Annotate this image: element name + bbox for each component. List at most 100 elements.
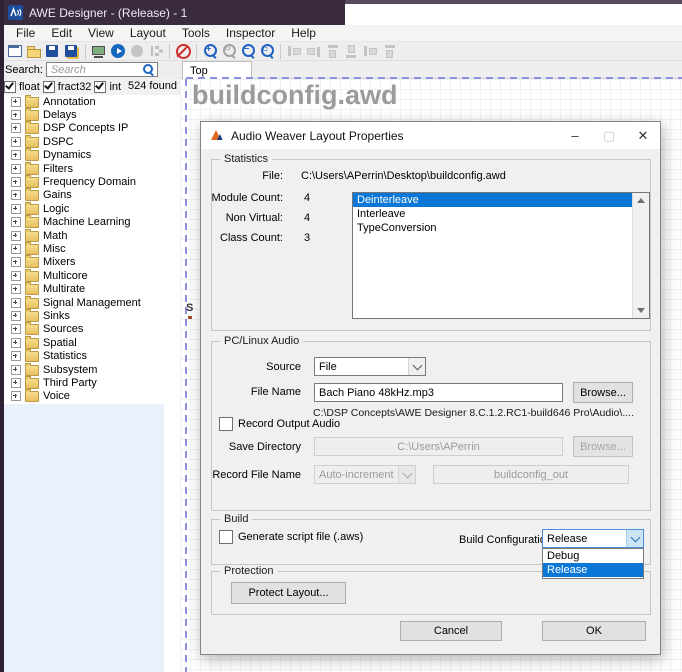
sidebar-item[interactable]: Filters xyxy=(4,162,180,175)
expand-icon[interactable] xyxy=(11,231,21,241)
dropdown-option[interactable]: Debug xyxy=(543,549,643,563)
sidebar-item[interactable]: Frequency Domain xyxy=(4,175,180,188)
sidebar-item[interactable]: Multirate xyxy=(4,282,180,295)
zoom-out-icon[interactable]: − xyxy=(240,43,257,60)
align-left-icon[interactable] xyxy=(286,43,303,60)
menu-item[interactable]: Inspector xyxy=(218,26,283,40)
record-icon[interactable] xyxy=(129,43,146,60)
expand-icon[interactable] xyxy=(11,271,21,281)
scroll-up-icon[interactable] xyxy=(637,198,645,203)
expand-icon[interactable] xyxy=(11,298,21,308)
sidebar-item[interactable]: Third Party xyxy=(4,376,180,389)
sidebar-item[interactable]: Delays xyxy=(4,108,180,121)
source-combo[interactable]: File xyxy=(314,357,426,376)
list-item[interactable]: Deinterleave xyxy=(353,193,633,207)
sidebar-item[interactable]: Logic xyxy=(4,202,180,215)
expand-icon[interactable] xyxy=(11,177,21,187)
no-halt-icon[interactable] xyxy=(175,43,192,60)
sidebar-item[interactable]: DSPC xyxy=(4,135,180,148)
minimize-icon[interactable]: – xyxy=(558,122,592,149)
sidebar-item[interactable]: Signal Management xyxy=(4,296,180,309)
play-icon[interactable] xyxy=(110,43,127,60)
sidebar-item[interactable]: Subsystem xyxy=(4,363,180,376)
sidebar-item[interactable]: Voice xyxy=(4,390,180,403)
distribute-horizontal-icon[interactable] xyxy=(362,43,379,60)
sidebar-item[interactable]: Spatial xyxy=(4,336,180,349)
expand-icon[interactable] xyxy=(11,97,21,107)
expand-icon[interactable] xyxy=(11,244,21,254)
scroll-down-icon[interactable] xyxy=(637,308,645,313)
profile-icon[interactable] xyxy=(148,43,165,60)
type-filter-checkbox[interactable]: int xyxy=(94,81,121,93)
list-item[interactable]: TypeConversion xyxy=(353,221,633,235)
sidebar-item[interactable]: Gains xyxy=(4,189,180,202)
chevron-down-icon[interactable] xyxy=(408,358,425,375)
protect-layout-button[interactable]: Protect Layout... xyxy=(231,582,346,604)
distribute-vertical-icon[interactable] xyxy=(381,43,398,60)
expand-icon[interactable] xyxy=(11,284,21,294)
new-window-icon[interactable] xyxy=(7,43,24,60)
expand-icon[interactable] xyxy=(11,110,21,120)
sidebar-item[interactable]: Machine Learning xyxy=(4,216,180,229)
sidebar-item[interactable]: Dynamics xyxy=(4,149,180,162)
close-icon[interactable]: ✕ xyxy=(626,122,660,149)
sidebar-item[interactable]: Statistics xyxy=(4,349,180,362)
menu-item[interactable]: Help xyxy=(283,26,324,40)
menu-item[interactable]: Layout xyxy=(122,26,174,40)
sidebar-item[interactable]: Sources xyxy=(4,323,180,336)
align-bottom-icon[interactable] xyxy=(343,43,360,60)
expand-icon[interactable] xyxy=(11,378,21,388)
separator-icon[interactable] xyxy=(278,43,284,60)
generate-script-checkbox[interactable]: Generate script file (.aws) xyxy=(219,530,363,544)
type-filter-checkbox[interactable]: float xyxy=(4,81,40,93)
expand-icon[interactable] xyxy=(11,137,21,147)
expand-icon[interactable] xyxy=(11,338,21,348)
expand-icon[interactable] xyxy=(11,123,21,133)
expand-icon[interactable] xyxy=(11,190,21,200)
open-folder-icon[interactable] xyxy=(26,43,43,60)
separator-icon[interactable] xyxy=(194,43,200,60)
menu-item[interactable]: Edit xyxy=(43,26,80,40)
sidebar-item[interactable]: Misc xyxy=(4,242,180,255)
expand-icon[interactable] xyxy=(11,150,21,160)
separator-icon[interactable] xyxy=(83,43,89,60)
align-right-icon[interactable] xyxy=(305,43,322,60)
expand-icon[interactable] xyxy=(11,351,21,361)
record-output-checkbox[interactable]: Record Output Audio xyxy=(219,417,340,431)
sidebar-item[interactable]: Annotation xyxy=(4,95,180,108)
align-top-icon[interactable] xyxy=(324,43,341,60)
expand-icon[interactable] xyxy=(11,164,21,174)
sidebar-item[interactable]: Sinks xyxy=(4,309,180,322)
expand-icon[interactable] xyxy=(11,217,21,227)
save-all-icon[interactable] xyxy=(64,43,81,60)
expand-icon[interactable] xyxy=(11,204,21,214)
expand-icon[interactable] xyxy=(11,257,21,267)
chevron-down-icon[interactable] xyxy=(626,530,643,547)
list-scrollbar[interactable] xyxy=(632,193,649,318)
list-item[interactable]: Interleave xyxy=(353,207,633,221)
file-name-input[interactable]: Bach Piano 48kHz.mp3 xyxy=(314,383,563,402)
expand-icon[interactable] xyxy=(11,391,21,401)
ok-button[interactable]: OK xyxy=(542,621,646,641)
zoom-page-icon[interactable]: ▫ xyxy=(259,43,276,60)
save-icon[interactable] xyxy=(45,43,62,60)
dropdown-option[interactable]: Release xyxy=(543,563,643,577)
menu-item[interactable]: File xyxy=(8,26,43,40)
expand-icon[interactable] xyxy=(11,311,21,321)
zoom-reset-icon[interactable]: ↻ xyxy=(221,43,238,60)
sidebar-item[interactable]: Mixers xyxy=(4,256,180,269)
zoom-in-icon[interactable]: + xyxy=(202,43,219,60)
expand-icon[interactable] xyxy=(11,324,21,334)
sidebar-item[interactable]: DSP Concepts IP xyxy=(4,122,180,135)
sidebar-item[interactable]: Multicore xyxy=(4,269,180,282)
connect-hardware-icon[interactable] xyxy=(91,43,108,60)
cancel-button[interactable]: Cancel xyxy=(400,621,502,641)
type-filter-checkbox[interactable]: fract32 xyxy=(43,81,92,93)
menu-item[interactable]: Tools xyxy=(174,26,218,40)
browse-file-button[interactable]: Browse... xyxy=(573,382,633,403)
sidebar-item[interactable]: Math xyxy=(4,229,180,242)
separator-icon[interactable] xyxy=(167,43,173,60)
build-configuration-combo[interactable]: Release xyxy=(542,529,644,548)
menu-item[interactable]: View xyxy=(80,26,122,40)
maximize-icon[interactable]: ▢ xyxy=(592,122,626,149)
